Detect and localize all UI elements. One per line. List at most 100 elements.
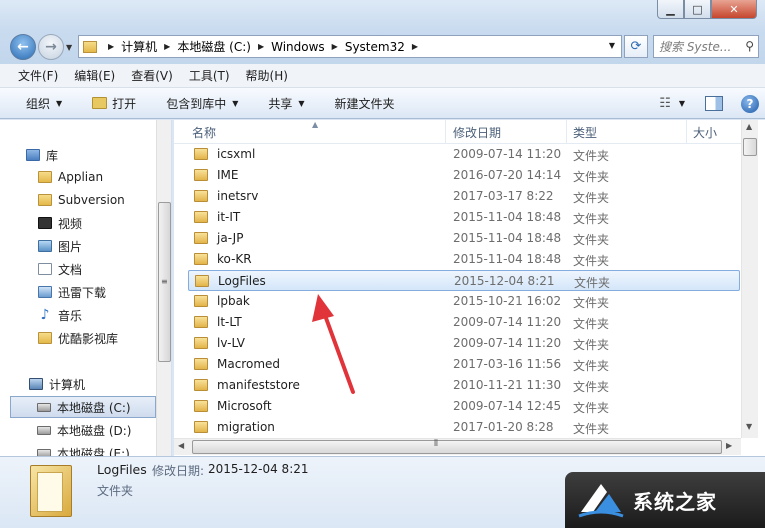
- nav-item-music[interactable]: ♪ 音乐: [38, 304, 82, 326]
- file-row[interactable]: lv-LV 2009-07-14 11:20 文件夹: [188, 333, 740, 354]
- folder-large-icon: [30, 465, 72, 517]
- column-name[interactable]: 名称: [186, 120, 446, 144]
- search-icon[interactable]: ⚲: [745, 39, 754, 53]
- file-name: it-IT: [217, 210, 241, 224]
- file-row[interactable]: migration 2017-01-20 8:28 文件夹: [188, 417, 740, 438]
- view-options-caret-icon[interactable]: ▼: [679, 99, 685, 108]
- file-name-cell: it-IT: [194, 210, 240, 224]
- nav-item-label: 计算机: [49, 377, 86, 392]
- folder-icon: [194, 295, 208, 307]
- file-row[interactable]: Macromed 2017-03-16 11:56 文件夹: [188, 354, 740, 375]
- preview-pane-icon[interactable]: [705, 96, 723, 111]
- file-name-cell: lv-LV: [194, 336, 245, 350]
- breadcrumb-chevron-icon[interactable]: ▶: [164, 42, 170, 51]
- recent-pages-dropdown[interactable]: ▼: [66, 43, 72, 52]
- nav-item-computer[interactable]: 计算机: [29, 373, 85, 395]
- breadcrumb-chevron-icon[interactable]: ▶: [258, 42, 264, 51]
- minimize-button[interactable]: ▁: [657, 0, 684, 19]
- file-name-cell: ko-KR: [194, 252, 252, 266]
- close-button[interactable]: ✕: [711, 0, 757, 19]
- dropdown-caret-icon: ▼: [56, 98, 63, 108]
- address-dropdown-icon[interactable]: ▼: [609, 41, 615, 50]
- file-row[interactable]: icsxml 2009-07-14 11:20 文件夹: [188, 144, 740, 165]
- nav-item-drive-c[interactable]: 本地磁盘 (C:): [10, 396, 156, 418]
- open-button[interactable]: 打开: [92, 95, 136, 112]
- vertical-scrollbar-thumb[interactable]: [743, 138, 757, 156]
- refresh-button[interactable]: ⟳: [624, 35, 648, 58]
- nav-item-youku-library[interactable]: 优酷影视库: [38, 327, 118, 349]
- nav-item-label: 库: [46, 148, 59, 163]
- breadcrumb-chevron-icon[interactable]: ▶: [332, 42, 338, 51]
- nav-item-thunder-downloads[interactable]: 迅雷下载: [38, 281, 106, 303]
- breadcrumb-chevron-icon[interactable]: ▶: [412, 42, 418, 51]
- scroll-left-icon[interactable]: ◀: [178, 441, 184, 450]
- file-list-vertical-scrollbar[interactable]: ▲ ▼: [741, 120, 758, 438]
- nav-item-label: 本地磁盘 (E:): [57, 446, 130, 457]
- nav-item-drive-e[interactable]: 本地磁盘 (E:): [37, 442, 130, 456]
- music-icon: ♪: [40, 307, 50, 323]
- file-name-cell: lt-LT: [194, 315, 242, 329]
- share-button[interactable]: 共享 ▼: [268, 95, 304, 112]
- breadcrumb-drive-c[interactable]: 本地磁盘 (C:): [177, 38, 251, 55]
- nav-item-label: 文档: [58, 262, 83, 277]
- file-row[interactable]: lpbak 2015-10-21 16:02 文件夹: [188, 291, 740, 312]
- nav-item-applian[interactable]: Applian: [38, 166, 103, 188]
- file-row[interactable]: IME 2016-07-20 14:14 文件夹: [188, 165, 740, 186]
- breadcrumb-windows[interactable]: Windows: [271, 40, 325, 54]
- file-row[interactable]: lt-LT 2009-07-14 11:20 文件夹: [188, 312, 740, 333]
- nav-scrollbar[interactable]: ≡: [156, 120, 171, 456]
- organize-button[interactable]: 组织 ▼: [26, 95, 62, 112]
- menu-view[interactable]: 查看(V): [131, 67, 173, 84]
- back-button[interactable]: ←: [10, 34, 36, 60]
- scroll-up-icon[interactable]: ▲: [746, 122, 752, 131]
- navigation-pane: 库 Applian Subversion 视频 图片 文档 迅雷下载 ♪ 音乐 …: [0, 120, 172, 456]
- scroll-right-icon[interactable]: ▶: [726, 441, 732, 450]
- column-size[interactable]: 大小: [687, 120, 741, 144]
- help-icon[interactable]: ?: [741, 94, 759, 113]
- file-date-modified: 2009-07-14 12:45: [453, 399, 562, 413]
- file-list-horizontal-scrollbar[interactable]: ◀ ⦀ ▶: [174, 438, 741, 455]
- forward-button[interactable]: →: [38, 34, 64, 60]
- folder-icon: [194, 232, 208, 244]
- file-row[interactable]: Microsoft 2009-07-14 12:45 文件夹: [188, 396, 740, 417]
- column-type[interactable]: 类型: [567, 120, 687, 144]
- file-type: 文件夹: [573, 233, 610, 247]
- search-input[interactable]: 搜索 Syste... ⚲: [653, 35, 759, 58]
- file-row[interactable]: ko-KR 2015-11-04 18:48 文件夹: [188, 249, 740, 270]
- scroll-grip-icon: ≡: [161, 277, 168, 286]
- file-name: LogFiles: [218, 274, 266, 288]
- address-bar[interactable]: ▶ 计算机 ▶ 本地磁盘 (C:) ▶ Windows ▶ System32 ▶…: [78, 35, 622, 58]
- maximize-button[interactable]: □: [684, 0, 711, 19]
- nav-item-videos[interactable]: 视频: [38, 212, 82, 234]
- column-date-modified[interactable]: 修改日期: [447, 120, 567, 144]
- command-toolbar: 组织 ▼ 打开 包含到库中 ▼ 共享 ▼ 新建文件夹 ☷ ▼ ?: [0, 88, 765, 119]
- menu-tools[interactable]: 工具(T): [189, 67, 230, 84]
- menu-edit[interactable]: 编辑(E): [74, 67, 115, 84]
- nav-item-documents[interactable]: 文档: [38, 258, 82, 280]
- file-row[interactable]: inetsrv 2017-03-17 8:22 文件夹: [188, 186, 740, 207]
- include-in-library-button[interactable]: 包含到库中 ▼: [166, 95, 238, 112]
- scroll-grip-icon: ⦀: [434, 439, 438, 449]
- change-view-icon[interactable]: ☷: [659, 96, 671, 111]
- horizontal-scrollbar-thumb[interactable]: [192, 440, 722, 454]
- file-row[interactable]: ja-JP 2015-11-04 18:48 文件夹: [188, 228, 740, 249]
- nav-item-drive-d[interactable]: 本地磁盘 (D:): [37, 419, 131, 441]
- file-name-cell: ja-JP: [194, 231, 243, 245]
- file-row[interactable]: LogFiles 2015-12-04 8:21 文件夹: [188, 270, 740, 291]
- scroll-down-icon[interactable]: ▼: [746, 422, 752, 431]
- nav-item-subversion[interactable]: Subversion: [38, 189, 125, 211]
- breadcrumb-chevron-icon[interactable]: ▶: [108, 42, 114, 51]
- close-icon: ✕: [729, 2, 739, 16]
- menu-file[interactable]: 文件(F): [18, 67, 58, 84]
- file-date-modified: 2010-11-21 11:30: [453, 378, 562, 392]
- file-type: 文件夹: [573, 401, 610, 415]
- nav-item-libraries[interactable]: 库: [26, 144, 58, 166]
- new-folder-button[interactable]: 新建文件夹: [335, 95, 395, 112]
- breadcrumb-computer[interactable]: 计算机: [121, 38, 157, 55]
- menu-help[interactable]: 帮助(H): [246, 67, 288, 84]
- file-row[interactable]: it-IT 2015-11-04 18:48 文件夹: [188, 207, 740, 228]
- breadcrumb-system32[interactable]: System32: [345, 40, 405, 54]
- file-row[interactable]: manifeststore 2010-11-21 11:30 文件夹: [188, 375, 740, 396]
- nav-item-label: 视频: [58, 216, 83, 231]
- nav-item-pictures[interactable]: 图片: [38, 235, 82, 257]
